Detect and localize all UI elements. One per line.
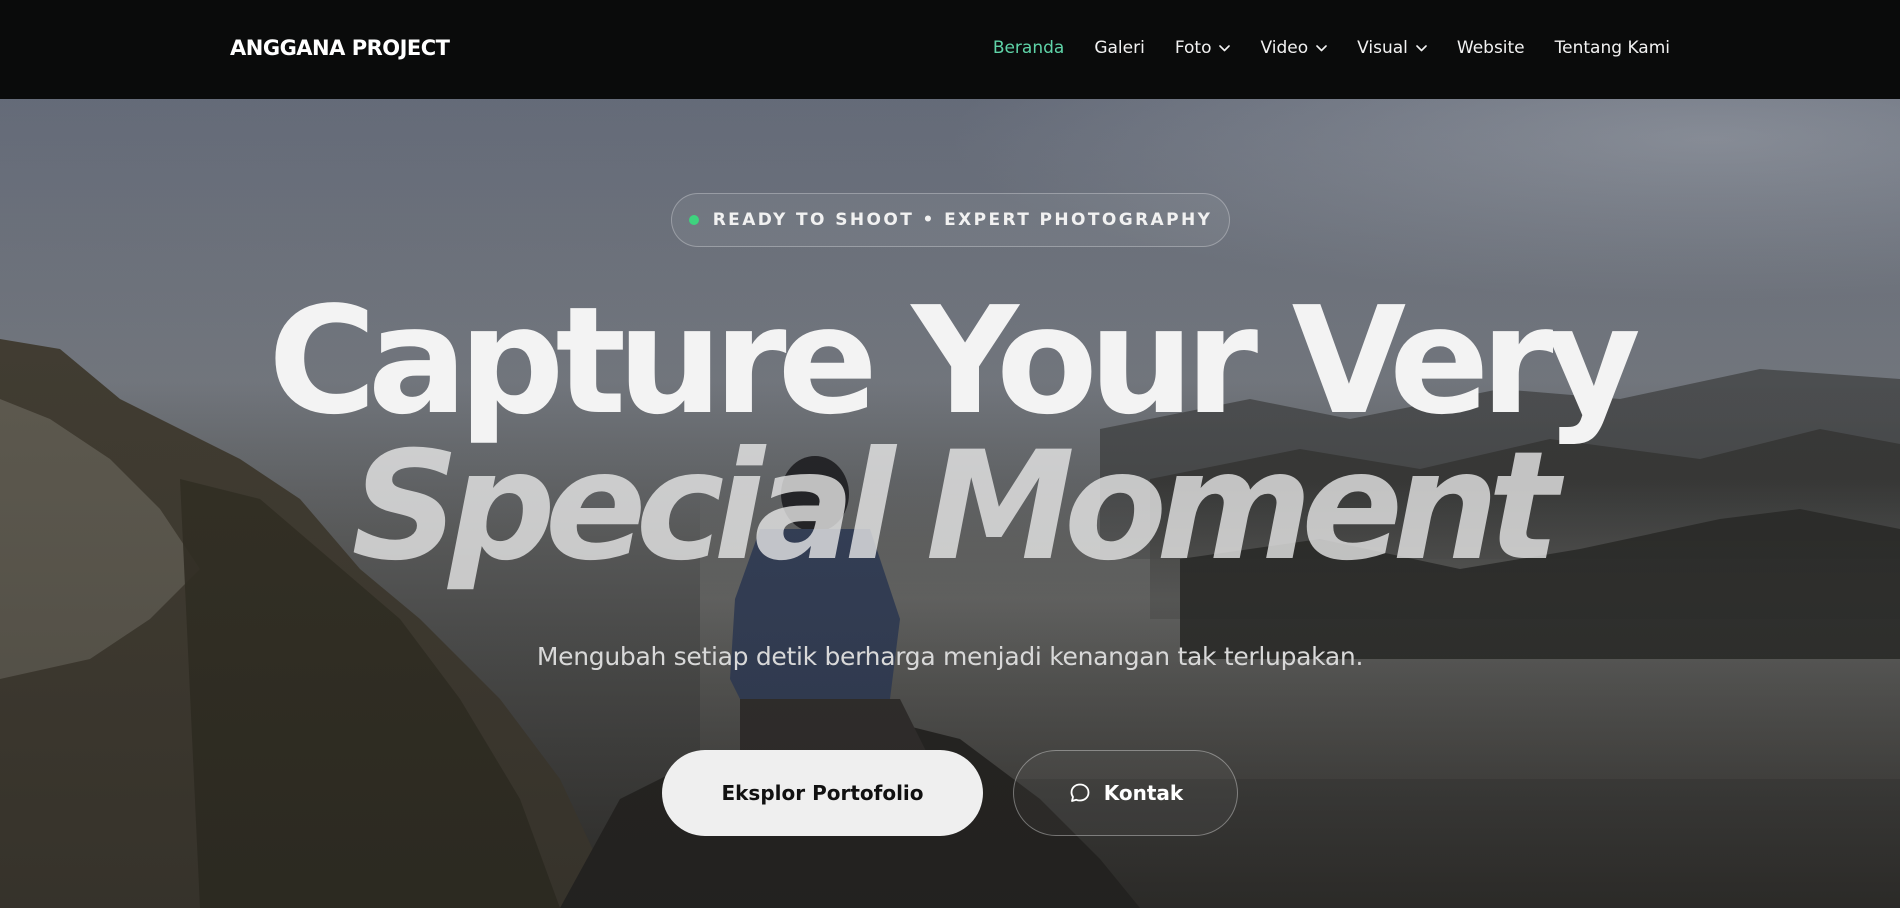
nav-item-label: Visual [1357, 38, 1408, 58]
nav-item-visual[interactable]: Visual [1357, 38, 1427, 58]
nav-item-label: Foto [1174, 38, 1212, 58]
status-badge: READY TO SHOOT • EXPERT PHOTOGRAPHY [671, 193, 1230, 247]
nav-item-beranda[interactable]: Beranda [993, 38, 1065, 58]
nav-item-video[interactable]: Video [1260, 38, 1327, 58]
nav-item-galeri[interactable]: Galeri [1094, 38, 1145, 58]
chevron-down-icon [1219, 44, 1231, 51]
brand-logo[interactable]: ANGGANA PROJECT [230, 36, 450, 60]
contact-label: Kontak [1103, 781, 1184, 805]
page: ANGGANA PROJECT Beranda Galeri Foto Vide… [0, 0, 1900, 908]
nav-menu: Beranda Galeri Foto Video Visual Website [993, 38, 1670, 58]
nav-item-label: Tentang Kami [1554, 38, 1670, 58]
hero-subtitle: Mengubah setiap detik berharga menjadi k… [536, 642, 1364, 671]
explore-portfolio-label: Eksplor Portofolio [721, 781, 924, 805]
nav-item-tentang-kami[interactable]: Tentang Kami [1555, 38, 1670, 58]
nav-item-website[interactable]: Website [1457, 38, 1525, 58]
nav-item-label: Website [1456, 38, 1525, 58]
hero-title-line-2: Special Moment [351, 420, 1559, 594]
chevron-down-icon [1416, 44, 1427, 51]
top-navbar: ANGGANA PROJECT Beranda Galeri Foto Vide… [0, 0, 1900, 99]
hero-section: READY TO SHOOT • EXPERT PHOTOGRAPHY Capt… [0, 99, 1900, 908]
chat-bubble-icon [1070, 783, 1090, 802]
explore-portfolio-button[interactable]: Eksplor Portofolio [662, 750, 983, 836]
nav-item-label: Beranda [992, 38, 1065, 58]
chevron-down-icon [1316, 44, 1327, 51]
nav-item-label: Video [1260, 38, 1309, 58]
status-dot-icon [688, 215, 699, 225]
nav-item-foto[interactable]: Foto [1175, 38, 1231, 58]
contact-button[interactable]: Kontak [1013, 750, 1238, 836]
nav-item-label: Galeri [1094, 38, 1145, 58]
hero-title-line-1: Capture Your Very [268, 275, 1641, 447]
status-badge-text: READY TO SHOOT • EXPERT PHOTOGRAPHY [712, 210, 1213, 230]
